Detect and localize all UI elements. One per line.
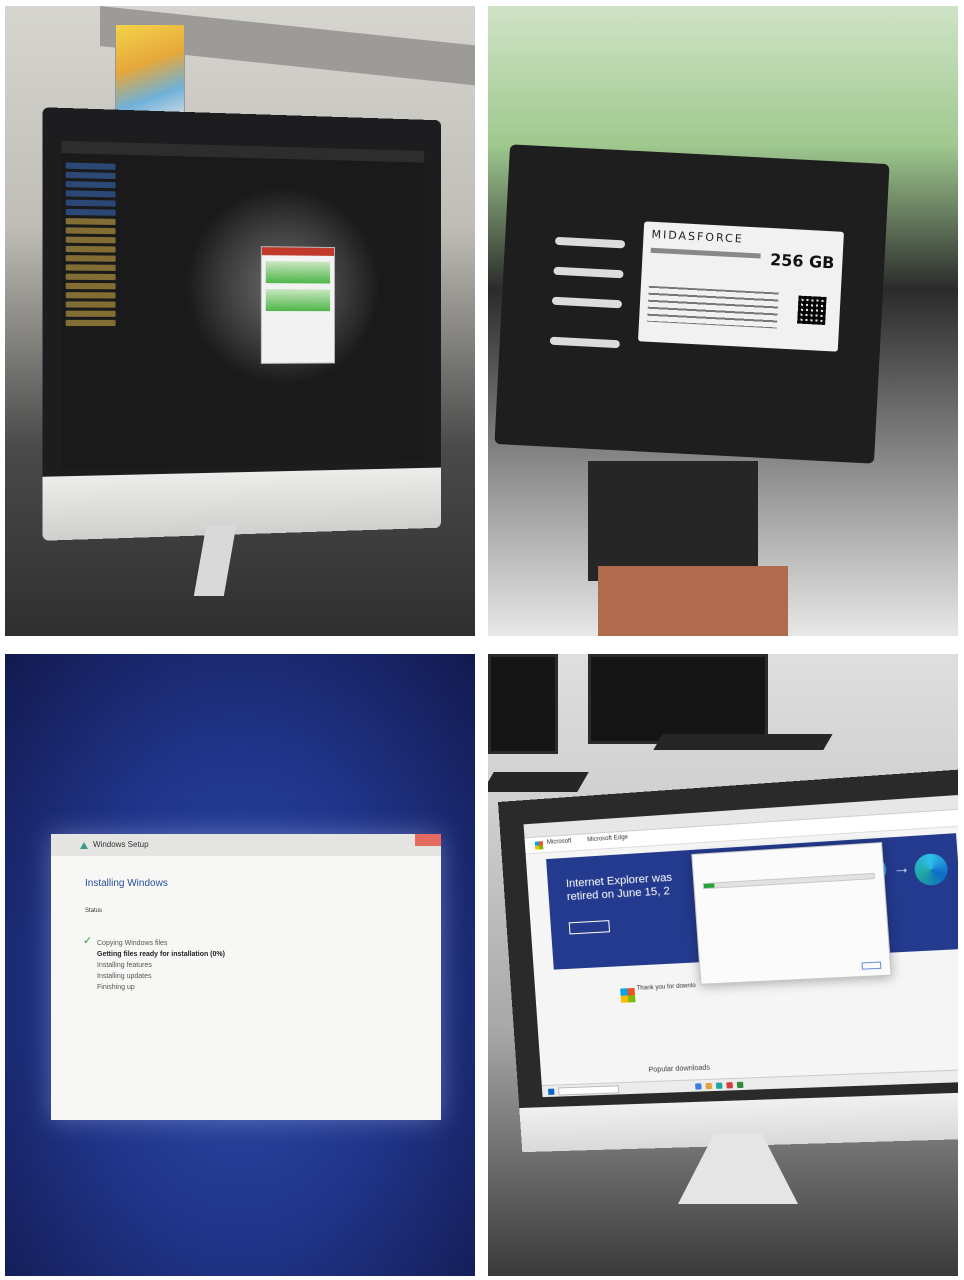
setup-status-label: Status	[85, 908, 103, 914]
setup-window-title: Windows Setup	[93, 840, 149, 849]
photo-windows-setup: Windows Setup Installing Windows Status …	[5, 654, 475, 1276]
microsoft-logo-icon	[534, 841, 544, 850]
background-monitor	[488, 654, 558, 754]
thank-you-heading: Thank you for downlo	[636, 982, 697, 992]
popular-downloads-heading: Popular downloads	[648, 1064, 711, 1074]
taskbar-app-icon[interactable]	[726, 1082, 734, 1089]
setup-step: Installing updates	[97, 971, 225, 982]
drive-connector	[598, 566, 788, 636]
transfer-graph	[265, 261, 331, 284]
drive-bracket: MIDASFORCE 256 GB	[494, 144, 890, 464]
setup-step: Finishing up	[97, 982, 225, 993]
windows-setup-window: Windows Setup Installing Windows Status …	[51, 834, 441, 1120]
explorer-titlebar	[61, 140, 425, 163]
hero-button[interactable]	[568, 920, 610, 935]
qr-code-icon	[797, 295, 827, 325]
monitor-screen	[61, 140, 425, 471]
setup-step-label: Installing features	[97, 962, 152, 969]
explorer-sidebar	[65, 159, 116, 447]
start-button[interactable]	[548, 1088, 555, 1095]
bracket-slot	[553, 266, 624, 279]
setup-steps-list: ✓ Copying Windows files Getting files re…	[83, 936, 225, 993]
setup-step-label: Copying Windows files	[97, 940, 168, 947]
background-keyboard	[653, 734, 833, 750]
copy-progress-dialog	[260, 246, 335, 364]
ssd-capacity: 256 GB	[769, 250, 835, 273]
photo-edge-download: Microsoft Microsoft Edge Internet Explor…	[488, 654, 958, 1276]
taskbar-app-icon[interactable]	[695, 1083, 702, 1090]
arrow-right-icon: →	[892, 859, 911, 879]
monitor-stand	[193, 526, 237, 596]
site-nav[interactable]: Microsoft Edge	[587, 835, 628, 844]
checkmark-icon: ✓	[83, 935, 93, 947]
ssd-brand: MIDASFORCE	[651, 227, 745, 246]
all-in-one-monitor: Microsoft Microsoft Edge Internet Explor…	[498, 767, 958, 1153]
photo-monitor-file-explorer	[5, 6, 475, 636]
drive-bay	[588, 461, 758, 581]
monitor-screen: Microsoft Microsoft Edge Internet Explor…	[523, 793, 958, 1098]
setup-step-label: Installing updates	[97, 973, 152, 980]
edge-icon[interactable]	[715, 1082, 723, 1089]
taskbar-app-icon[interactable]	[736, 1081, 744, 1089]
setup-step: Getting files ready for installation (0%…	[97, 949, 225, 960]
transfer-graph	[265, 289, 331, 312]
windows-logo-icon	[620, 987, 636, 1003]
bracket-slot	[549, 336, 621, 349]
background-monitor	[588, 654, 768, 744]
site-brand: Microsoft	[546, 838, 572, 846]
ssd-label: MIDASFORCE 256 GB	[637, 221, 844, 352]
photo-ssd-bracket: MIDASFORCE 256 GB	[488, 6, 958, 636]
all-in-one-monitor	[42, 107, 442, 541]
edge-logo-icon	[913, 852, 949, 887]
setup-icon	[80, 842, 88, 849]
setup-step-label: Finishing up	[97, 984, 135, 991]
monitor-bezel	[42, 467, 442, 541]
setup-step: ✓ Copying Windows files	[83, 936, 225, 949]
taskbar	[541, 1068, 958, 1098]
ssd-fine-print	[650, 247, 761, 259]
setup-step: Installing features	[97, 960, 225, 971]
download-progress-fill	[703, 883, 715, 889]
bracket-slot	[554, 236, 626, 249]
close-button[interactable]	[415, 834, 441, 846]
setup-step-label: Getting files ready for installation (0%…	[97, 951, 225, 958]
download-dialog	[691, 842, 892, 985]
search-input[interactable]	[558, 1085, 620, 1096]
background-keyboard	[488, 772, 589, 792]
bracket-slot	[551, 296, 623, 309]
setup-titlebar: Windows Setup	[51, 834, 441, 856]
ssd-fine-print	[647, 285, 779, 329]
folder-icon[interactable]	[705, 1082, 713, 1090]
setup-heading: Installing Windows	[85, 878, 168, 889]
cancel-button[interactable]	[861, 961, 882, 970]
